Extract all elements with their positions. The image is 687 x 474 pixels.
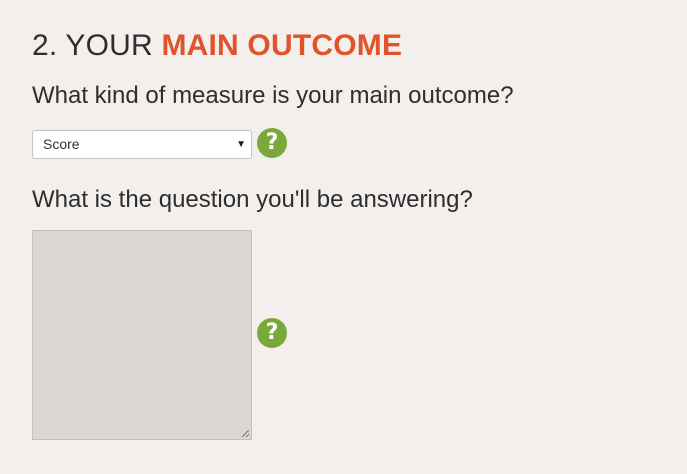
measure-question-label: What kind of measure is your main outcom… (32, 82, 514, 109)
help-icon[interactable]: ? (257, 128, 287, 158)
section-title-accent: MAIN OUTCOME (161, 29, 403, 62)
research-question-label: What is the question you'll be answering… (32, 186, 473, 213)
resize-handle-icon[interactable] (242, 430, 249, 437)
research-question-textarea[interactable] (32, 230, 252, 440)
section-title-prefix: 2. YOUR (32, 29, 162, 62)
measure-type-select[interactable]: Score ▼ (32, 130, 252, 159)
section-title: 2. YOUR MAIN OUTCOME (32, 26, 672, 66)
help-icon[interactable]: ? (257, 318, 287, 348)
dropdown-arrow-icon: ▼ (236, 139, 246, 150)
section-header: 2. YOUR MAIN OUTCOME (32, 26, 672, 66)
measure-type-selected-value: Score (43, 136, 80, 152)
